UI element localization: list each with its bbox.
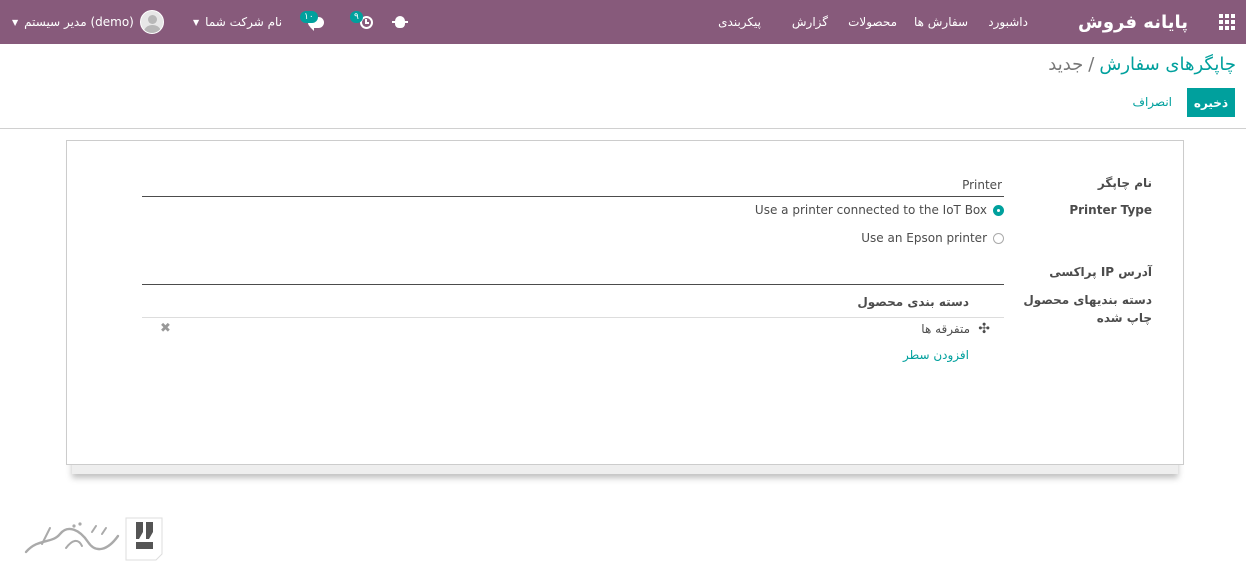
category-cell[interactable]: متفرقه ها <box>921 322 970 336</box>
table-row[interactable]: ✣ متفرقه ها ✖ <box>142 318 1004 342</box>
caret-down-icon: ▼ <box>12 17 19 27</box>
add-line-link[interactable]: افزودن سطر <box>903 348 969 362</box>
radio-selected-icon[interactable] <box>993 204 1004 216</box>
radio-unselected-icon[interactable] <box>993 232 1004 244</box>
activity-menu[interactable]: ۹ <box>350 0 373 44</box>
proxy-ip-label: آدرس IP پراکسی <box>1049 265 1152 279</box>
breadcrumb: چاپگرهای سفارش/جدید <box>1048 54 1236 75</box>
activities-badge: ۹ <box>350 11 363 23</box>
debug-menu[interactable] <box>392 0 408 44</box>
printer-name-input[interactable] <box>142 173 1004 197</box>
drag-handle-icon[interactable]: ✣ <box>978 322 990 336</box>
printed-categories-label-line2: چاپ شده <box>1096 311 1152 325</box>
printer-name-label: نام چاپگر <box>1097 176 1152 190</box>
radio-iot-box-label: Use a printer connected to the IoT Box <box>754 203 987 217</box>
caret-down-icon: ▼ <box>193 17 200 27</box>
printed-categories-label: دسته بندیهای محصول چاپ شده <box>1023 291 1152 327</box>
messages-badge: ۱۰ <box>300 11 318 23</box>
save-button[interactable]: ذخیره <box>1187 88 1235 117</box>
avatar <box>139 10 164 34</box>
printed-categories-label-line1: دسته بندیهای محصول <box>1023 293 1152 307</box>
radio-iot-box[interactable]: Use a printer connected to the IoT Box <box>755 203 1004 217</box>
apps-menu-icon[interactable] <box>1218 0 1236 44</box>
delete-row-icon[interactable]: ✖ <box>160 321 171 336</box>
radio-epson-label: Use an Epson printer <box>861 231 987 245</box>
printer-type-label: Printer Type <box>1069 203 1152 217</box>
menu-reporting[interactable]: گزارش <box>792 0 828 44</box>
breadcrumb-parent[interactable]: چاپگرهای سفارش <box>1099 54 1236 75</box>
menu-orders[interactable]: سفارش ها <box>914 0 968 44</box>
menu-configuration[interactable]: پیکربندی <box>718 0 761 44</box>
watermark-logo-icon <box>24 517 163 561</box>
categories-table-header: دسته بندی محصول <box>142 290 1004 318</box>
top-navbar: پایانه فروش داشبورد سفارش ها محصولات گزا… <box>0 0 1246 44</box>
company-name: نام شرکت شما <box>205 15 283 29</box>
breadcrumb-current: جدید <box>1048 54 1084 75</box>
user-menu[interactable]: ▼ مدیر سیستم (demo) <box>12 0 164 44</box>
radio-epson[interactable]: Use an Epson printer <box>861 231 1004 245</box>
menu-dashboard[interactable]: داشبورد <box>988 0 1028 44</box>
user-name: مدیر سیستم (demo) <box>24 15 134 29</box>
messaging-menu[interactable]: ۱۰ <box>300 0 324 44</box>
proxy-ip-input[interactable] <box>142 262 1004 285</box>
menu-products[interactable]: محصولات <box>848 0 897 44</box>
breadcrumb-separator: / <box>1088 54 1095 75</box>
app-brand[interactable]: پایانه فروش <box>1078 0 1188 44</box>
discard-button[interactable]: انصراف <box>1133 88 1172 117</box>
control-panel-divider <box>0 128 1246 129</box>
company-switcher[interactable]: ▼ نام شرکت شما <box>193 0 282 44</box>
bug-icon <box>392 16 408 28</box>
column-header-category[interactable]: دسته بندی محصول <box>857 295 969 309</box>
